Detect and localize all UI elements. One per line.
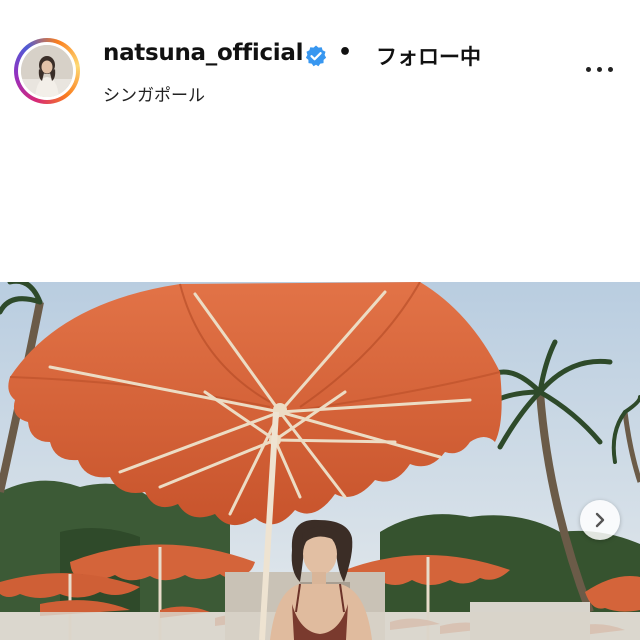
- story-ring[interactable]: [14, 38, 80, 104]
- verified-badge-icon: [304, 44, 328, 68]
- post-header: natsuna_official • フォロー中 シンガポール: [0, 0, 640, 120]
- chevron-right-icon: [595, 512, 605, 528]
- username[interactable]: natsuna_official: [103, 40, 303, 66]
- following-button[interactable]: フォロー中: [376, 41, 481, 71]
- post-photo[interactable]: [0, 282, 640, 640]
- avatar[interactable]: [21, 45, 73, 97]
- more-options-icon[interactable]: [584, 60, 616, 80]
- separator-dot: •: [338, 40, 353, 65]
- location-link[interactable]: シンガポール: [103, 81, 205, 106]
- next-photo-button[interactable]: [580, 500, 620, 540]
